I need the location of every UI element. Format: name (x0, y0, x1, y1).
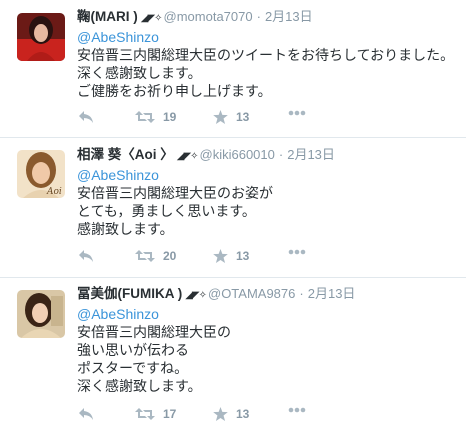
retweet-count: 19 (163, 110, 177, 124)
retweet-icon (135, 111, 155, 123)
favorite-button[interactable]: 13 (213, 407, 249, 421)
tweet-date[interactable]: 2月13日 (265, 9, 313, 24)
tweet-line: 安倍晋三内閣総理大臣のお姿が (77, 185, 273, 201)
retweet-count: 20 (163, 249, 177, 263)
more-button[interactable] (288, 249, 306, 255)
favorite-count: 13 (236, 407, 250, 421)
retweet-count: 17 (163, 407, 177, 421)
avatar[interactable] (17, 13, 65, 61)
avatar[interactable] (17, 290, 65, 338)
favorite-count: 13 (236, 110, 250, 124)
tweet-1[interactable]: 鞠(MARI ) ◢◤✧ @momota7070 · 2月13日 @AbeShinzo … (0, 0, 466, 137)
retweet-icon (135, 250, 155, 262)
reply-button[interactable] (78, 407, 94, 421)
display-name[interactable]: 冨美伽(FUMIKA ) (77, 286, 182, 301)
more-icon (288, 110, 306, 116)
reply-icon (79, 250, 93, 262)
tweet-date[interactable]: 2月13日 (287, 147, 335, 162)
reply-button[interactable] (78, 110, 94, 124)
reply-icon (79, 408, 93, 420)
verified-badge-icon: ◢◤✧ (176, 151, 199, 162)
tweet-text: @AbeShinzo 安倍晋三内閣総理大臣のお姿が とても，勇ましく思います。 … (77, 166, 273, 238)
retweet-button[interactable]: 19 (135, 110, 176, 124)
tweet-2[interactable]: Aoi 相澤 葵〈Aoi 〉 ◢◤✧ @kiki660010 · 2月13日 @AbeS… (0, 137, 466, 277)
verified-badge-icon: ◢◤✧ (140, 13, 163, 24)
tweet-line: 安倍晋三内閣総理大臣のツイートをお待ちしておりました。 (77, 47, 455, 63)
tweet-date[interactable]: 2月13日 (308, 286, 356, 301)
tweet-header: 相澤 葵〈Aoi 〉 ◢◤✧ @kiki660010 · 2月13日 (77, 146, 335, 164)
favorite-icon (213, 110, 228, 124)
tweet-3[interactable]: 冨美伽(FUMIKA ) ◢◤✧ @OTAMA9876 · 2月13日 @AbeShin… (0, 277, 466, 429)
retweet-icon (135, 408, 155, 420)
tweet-line: とても，勇ましく思います。 (77, 203, 256, 219)
verified-badge-icon: ◢◤✧ (185, 290, 207, 301)
retweet-button[interactable]: 17 (135, 407, 176, 421)
reply-button[interactable] (78, 249, 94, 263)
tweet-header: 鞠(MARI ) ◢◤✧ @momota7070 · 2月13日 (77, 8, 313, 26)
tweet-line: 感謝致します。 (77, 221, 174, 237)
tweet-line: 深く感謝致します。 (77, 65, 202, 81)
favorite-button[interactable]: 13 (213, 249, 249, 263)
tweet-line: 強い思いが伝わる (77, 342, 189, 358)
separator-dot: · (299, 286, 304, 301)
mention-link[interactable]: @AbeShinzo (77, 28, 454, 46)
avatar[interactable]: Aoi (17, 150, 65, 198)
tweet-text: @AbeShinzo 安倍晋三内閣総理大臣の 強い思いが伝わる ポスターですね。… (77, 305, 231, 395)
retweet-button[interactable]: 20 (135, 249, 176, 263)
tweet-line: ご健勝をお祈り申し上げます。 (77, 83, 272, 99)
tweet-actions: 17 13 (77, 407, 457, 423)
display-name[interactable]: 鞠(MARI ) (77, 9, 138, 24)
svg-text:Aoi: Aoi (46, 187, 62, 197)
user-handle[interactable]: @kiki660010 (200, 147, 275, 162)
more-button[interactable] (288, 110, 306, 116)
tweet-line: 安倍晋三内閣総理大臣の (77, 324, 231, 340)
favorite-count: 13 (236, 249, 250, 263)
reply-icon (79, 111, 93, 123)
mention-link[interactable]: @AbeShinzo (77, 166, 273, 184)
separator-dot: · (256, 9, 261, 24)
tweet-actions: 20 13 (77, 249, 457, 265)
mention-link[interactable]: @AbeShinzo (77, 305, 231, 323)
tweet-text: @AbeShinzo 安倍晋三内閣総理大臣のツイートをお待ちしておりました。 深… (77, 28, 454, 100)
more-icon (288, 249, 306, 255)
more-icon (288, 407, 306, 413)
tweet-header: 冨美伽(FUMIKA ) ◢◤✧ @OTAMA9876 · 2月13日 (77, 285, 355, 303)
favorite-icon (213, 249, 228, 263)
user-handle[interactable]: @OTAMA9876 (208, 286, 295, 301)
more-button[interactable] (288, 407, 306, 413)
tweet-line: ポスターですね。 (77, 360, 189, 376)
favorite-button[interactable]: 13 (213, 110, 249, 124)
tweet-actions: 19 13 (77, 110, 457, 126)
separator-dot: · (278, 147, 284, 162)
favorite-icon (213, 407, 228, 421)
tweet-line: 深く感謝致します。 (77, 378, 202, 394)
user-handle[interactable]: @momota7070 (164, 9, 253, 24)
display-name[interactable]: 相澤 葵〈Aoi 〉 (77, 147, 174, 162)
